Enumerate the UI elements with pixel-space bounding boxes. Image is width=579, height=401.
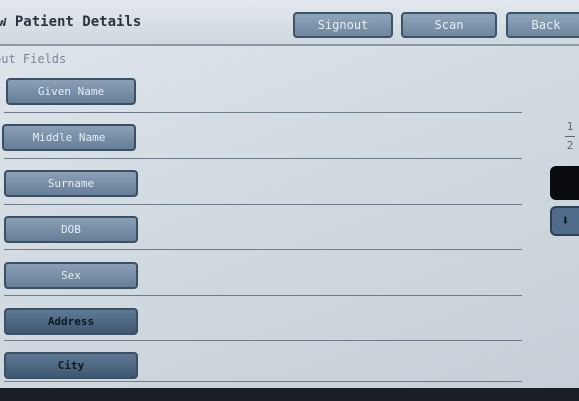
page-total: 2 — [566, 139, 574, 152]
city-button[interactable]: City — [4, 352, 138, 379]
back-button[interactable]: Back — [506, 12, 579, 38]
page-title: w Patient Details — [0, 14, 142, 30]
given-name-button[interactable]: Given Name — [6, 78, 136, 105]
city-input-line[interactable] — [4, 381, 522, 382]
sex-input-line[interactable] — [4, 295, 522, 296]
scroll-up-button[interactable] — [550, 166, 579, 200]
dob-input-line[interactable] — [4, 249, 522, 250]
given-name-input-line[interactable] — [4, 112, 522, 113]
dob-button[interactable]: DOB — [4, 216, 138, 243]
scan-button[interactable]: Scan — [401, 12, 497, 38]
middle-name-button[interactable]: Middle Name — [2, 124, 136, 151]
address-button[interactable]: Address — [4, 308, 138, 335]
signout-button[interactable]: Signout — [293, 12, 393, 38]
middle-name-input-line[interactable] — [4, 158, 522, 159]
page-current: 1 — [566, 120, 574, 133]
section-label: put Fields — [0, 52, 67, 66]
address-input-line[interactable] — [4, 340, 522, 341]
screen: w Patient Details Signout Scan Back put … — [0, 0, 579, 388]
surname-button[interactable]: Surname — [4, 170, 138, 197]
header-bar: w Patient Details Signout Scan Back — [0, 0, 579, 46]
page-indicator: 1 2 — [562, 118, 578, 155]
arrow-down-icon: ⬇ — [561, 213, 570, 229]
sex-button[interactable]: Sex — [4, 262, 138, 289]
surname-input-line[interactable] — [4, 204, 522, 205]
scroll-down-button[interactable]: ⬇ — [550, 206, 579, 236]
